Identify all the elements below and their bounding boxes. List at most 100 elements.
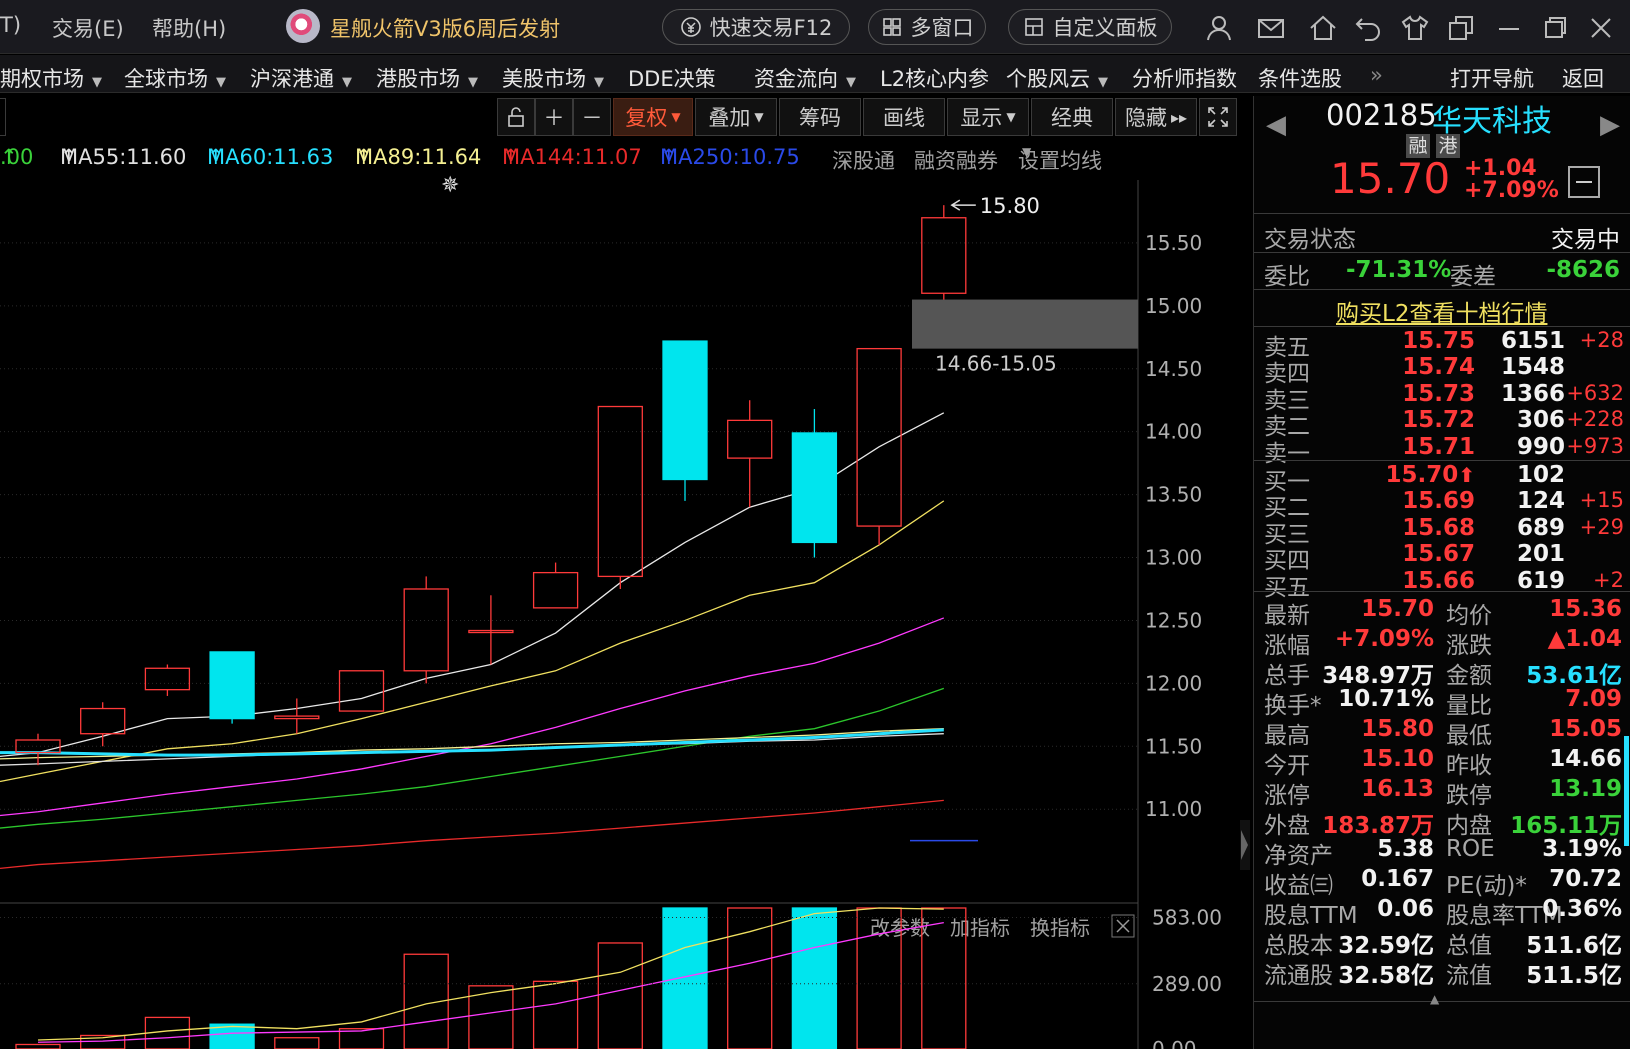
ask-row[interactable]: 卖二 15.72 306 +228 xyxy=(1254,407,1630,440)
nav-analyst-index[interactable]: 分析师指数 xyxy=(1132,63,1237,93)
nav-hk-connect[interactable]: 沪深港通 ▼ xyxy=(250,63,352,93)
nav-options-market[interactable]: 期权市场 ▼ xyxy=(0,63,102,93)
nav-global-market[interactable]: 全球市场 ▼ xyxy=(124,63,226,93)
app-logo-icon xyxy=(286,9,320,43)
stat-label: 今开 xyxy=(1264,753,1310,779)
menu-item-t[interactable]: T) xyxy=(0,13,21,37)
undo-icon[interactable] xyxy=(1354,13,1384,43)
zoom-out-button[interactable]: － xyxy=(573,98,611,136)
nav-stock-news[interactable]: 个股风云 ▼ xyxy=(1006,63,1108,93)
candle-body xyxy=(338,670,385,712)
bid-row[interactable]: 买四 15.67 201 xyxy=(1254,541,1630,574)
overlay-button[interactable]: 叠加 ▼ xyxy=(695,98,777,136)
collapse-button[interactable] xyxy=(1568,166,1600,198)
multi-window-button[interactable]: 多窗口 xyxy=(868,9,986,45)
fuquan-button[interactable]: 复权 ▼ xyxy=(613,98,693,136)
chips-button[interactable]: 筹码 xyxy=(779,98,861,136)
volume-bar xyxy=(791,907,838,1049)
stock-code: 002185 xyxy=(1326,98,1437,132)
chevron-down-icon: ▼ xyxy=(594,75,604,90)
user-icon[interactable] xyxy=(1204,13,1234,43)
classic-button[interactable]: 经典 xyxy=(1031,98,1113,136)
candles xyxy=(15,205,967,766)
draw-line-button[interactable]: 画线 xyxy=(863,98,945,136)
price-axis: 15.50 15.00 14.50 14.00 13.50 13.00 12.50 12.00… xyxy=(1145,231,1202,821)
level-price: 15.71 xyxy=(1402,433,1475,460)
stat-value: 15.10 xyxy=(1361,746,1434,772)
quick-trade-button[interactable]: 快速交易F12 xyxy=(662,9,850,45)
stats-row: 最高 15.80 最低 15.05 xyxy=(1254,716,1630,749)
level-volume: 1366 xyxy=(1500,380,1565,407)
kline-chart[interactable]: 14.66-15.05 15.50 15.00 14.50 14.00 13.50 13.… xyxy=(0,140,1250,1049)
nav-back[interactable]: 返回 xyxy=(1562,63,1604,93)
nav-us-stocks[interactable]: 美股市场 ▼ xyxy=(502,63,604,93)
nav-open-navigation[interactable]: 打开导航 xyxy=(1450,63,1534,93)
price-tick-label: 11.00 xyxy=(1145,797,1202,821)
price-tick-label: 12.00 xyxy=(1145,671,1202,695)
candle-body xyxy=(209,651,255,720)
volume-tick-label: 0.00 xyxy=(1152,1037,1197,1049)
add-indicator-link[interactable]: 加指标 xyxy=(950,916,1010,940)
shirt-icon[interactable] xyxy=(1400,13,1430,43)
prev-stock-icon[interactable]: ◀ xyxy=(1266,110,1286,140)
stat-label: 涨幅 xyxy=(1264,633,1310,659)
promo-banner[interactable]: 星舰火箭V3版6周后发射 xyxy=(330,13,560,43)
next-stock-icon[interactable]: ▶ xyxy=(1600,110,1620,140)
ask-row[interactable]: 卖五 15.75 6151 +28 xyxy=(1254,328,1630,361)
sun-marker-icon[interactable]: ✵ xyxy=(441,173,459,198)
level-volume: 619 xyxy=(1516,567,1565,594)
bid-row[interactable]: 买一 15.70⬆ 102 xyxy=(1254,462,1630,495)
stat-label: 最高 xyxy=(1264,723,1310,749)
hide-button[interactable]: 隐藏 ▸▸ xyxy=(1115,98,1197,136)
restore-window-icon[interactable] xyxy=(1446,13,1476,43)
minimize-icon[interactable] xyxy=(1494,13,1524,43)
close-icon[interactable] xyxy=(1586,13,1616,43)
bid-row[interactable]: 买五 15.66 619 +2 xyxy=(1254,567,1630,601)
panel-collapse-handle[interactable] xyxy=(1240,820,1250,870)
maximize-icon[interactable] xyxy=(1540,13,1570,43)
ask-row[interactable]: 卖一 15.71 990 +973 xyxy=(1254,433,1630,467)
buy-l2-link[interactable]: 购买L2查看十档行情 xyxy=(1336,294,1547,328)
nav-l2-insights[interactable]: L2核心内参 xyxy=(880,63,989,93)
chevron-down-icon: ▼ xyxy=(1098,75,1108,90)
level-change: +29 xyxy=(1579,514,1624,539)
volume-bar xyxy=(274,1037,320,1049)
change-indicator-link[interactable]: 换指标 xyxy=(1030,916,1090,940)
stats-row: 总股本 32.59亿 总值 511.6亿 xyxy=(1254,926,1630,959)
quick-trade-label: 快速交易F12 xyxy=(709,16,833,40)
ma20-line xyxy=(0,617,945,817)
change-param-link[interactable]: 改参数 xyxy=(870,916,930,940)
nav-stock-screener[interactable]: 条件选股 xyxy=(1258,63,1342,93)
zoom-in-button[interactable]: ＋ xyxy=(535,98,573,136)
close-indicator-button[interactable] xyxy=(1111,914,1135,938)
stat-value: 7.09 xyxy=(1565,686,1622,712)
display-button[interactable]: 显示 ▼ xyxy=(947,98,1029,136)
fullscreen-button[interactable] xyxy=(1199,98,1237,136)
nav-hk-stocks[interactable]: 港股市场 ▼ xyxy=(376,63,478,93)
expand-up-icon[interactable]: ▲ xyxy=(1430,992,1439,1006)
separator xyxy=(1254,591,1630,592)
ask-row[interactable]: 卖四 15.74 1548 xyxy=(1254,354,1630,387)
panel-scroll-indicator[interactable] xyxy=(1624,736,1629,846)
menu-help[interactable]: 帮助(H) xyxy=(152,13,226,43)
home-icon[interactable] xyxy=(1308,13,1338,43)
nav-dde[interactable]: DDE决策 xyxy=(628,63,716,93)
unlock-button[interactable] xyxy=(497,98,535,136)
level-change: +632 xyxy=(1566,380,1624,405)
candle-body xyxy=(15,739,61,754)
nav-more-icon[interactable]: » xyxy=(1370,63,1383,87)
bid-row[interactable]: 买三 15.68 689 +29 xyxy=(1254,514,1630,548)
ask-row[interactable]: 卖三 15.73 1366 +632 xyxy=(1254,380,1630,414)
price-gap-band: 14.66-15.05 xyxy=(912,299,1138,376)
stats-row: 收益㈢ 0.167 PE(动)* 70.72 xyxy=(1254,866,1630,899)
bid-row[interactable]: 买二 15.69 124 +15 xyxy=(1254,488,1630,521)
chevron-down-icon: ▼ xyxy=(846,75,856,90)
menu-trade[interactable]: 交易(E) xyxy=(52,13,124,43)
mail-icon[interactable] xyxy=(1256,13,1286,43)
custom-panel-button[interactable]: 自定义面板 xyxy=(1008,9,1172,45)
nav-capital-flow[interactable]: 资金流向 ▼ xyxy=(754,63,856,93)
level-change: +15 xyxy=(1579,488,1624,513)
stat-label: 内盘 xyxy=(1446,813,1492,839)
level-price: 15.68 xyxy=(1402,514,1475,541)
stat-value: 3.19% xyxy=(1542,836,1622,862)
